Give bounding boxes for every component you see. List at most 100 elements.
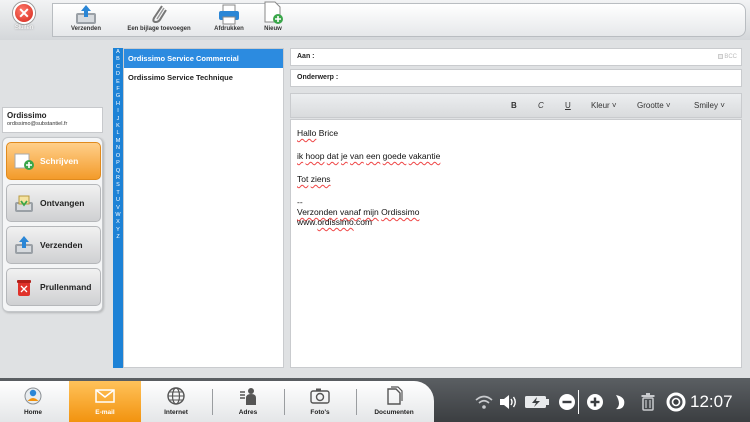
- taskbar-separator: [284, 389, 285, 415]
- body-line: Hallo Brice: [297, 128, 735, 138]
- to-field[interactable]: Aan : BCC: [290, 48, 742, 66]
- taskbar-email[interactable]: E-mail: [69, 381, 141, 422]
- subject-field[interactable]: Onderwerp :: [290, 69, 742, 87]
- alphabet-letter[interactable]: Q: [113, 168, 123, 175]
- alphabet-letter[interactable]: F: [113, 86, 123, 93]
- format-toolbar: B C U Kleur ˅ Grootte ˅ Smiley ˅: [290, 93, 742, 118]
- alphabet-letter[interactable]: R: [113, 175, 123, 182]
- alphabet-letter[interactable]: Y: [113, 227, 123, 234]
- clock: 12:07: [690, 392, 733, 411]
- trash-icon: [13, 276, 35, 298]
- attach-button[interactable]: Een bijlage toevoegen: [118, 2, 200, 32]
- alphabet-index[interactable]: ABCDEFGHIJKLMNOPQRSTUVWXYZ: [113, 48, 123, 368]
- trash-tray-icon[interactable]: [640, 381, 656, 422]
- word: Verzonden: [297, 207, 338, 217]
- close-button[interactable]: ✕ Sluiten: [4, 2, 44, 38]
- help-lifebuoy-icon[interactable]: [666, 381, 686, 422]
- word: vakantie: [408, 151, 441, 161]
- send-button[interactable]: Verzenden: [66, 2, 106, 32]
- alphabet-letter[interactable]: W: [113, 212, 123, 219]
- new-label: Nieuw: [264, 26, 282, 32]
- nav-receive-label: Ontvangen: [40, 198, 85, 208]
- alphabet-letter[interactable]: N: [113, 145, 123, 152]
- alphabet-letter[interactable]: O: [113, 153, 123, 160]
- alphabet-letter[interactable]: K: [113, 123, 123, 130]
- alphabet-letter[interactable]: P: [113, 160, 123, 167]
- alphabet-letter[interactable]: C: [113, 64, 123, 71]
- taskbar-documents[interactable]: Documenten: [362, 381, 426, 422]
- smiley-dropdown[interactable]: Smiley ˅: [694, 94, 725, 117]
- italic-button[interactable]: C: [538, 94, 544, 117]
- alphabet-letter[interactable]: U: [113, 197, 123, 204]
- size-dropdown[interactable]: Grootte ˅: [637, 94, 671, 117]
- wifi-icon[interactable]: [474, 381, 494, 422]
- word: mijn: [363, 207, 379, 217]
- alphabet-letter[interactable]: B: [113, 56, 123, 63]
- nav-trash[interactable]: Prullenmand: [6, 268, 101, 306]
- volume-icon[interactable]: [498, 381, 518, 422]
- alphabet-letter[interactable]: V: [113, 205, 123, 212]
- alphabet-letter[interactable]: I: [113, 108, 123, 115]
- address-icon: [222, 386, 274, 406]
- alphabet-letter[interactable]: G: [113, 93, 123, 100]
- new-document-icon: [258, 1, 288, 25]
- new-button[interactable]: Nieuw: [258, 1, 288, 32]
- signature: -- Verzonden vanaf mijn Ordissimo www.or…: [297, 197, 735, 227]
- alphabet-letter[interactable]: S: [113, 182, 123, 189]
- print-button[interactable]: Afdrukken: [208, 2, 250, 32]
- email-label: E-mail: [95, 409, 115, 416]
- alphabet-letter[interactable]: X: [113, 219, 123, 226]
- send-tray-icon: [66, 2, 106, 25]
- taskbar-apps: Home E-mail Internet Adres Foto's Docume…: [0, 381, 434, 422]
- taskbar-address[interactable]: Adres: [222, 381, 274, 422]
- bcc-toggle[interactable]: BCC: [718, 49, 737, 65]
- word: van: [350, 151, 364, 161]
- alphabet-letter[interactable]: H: [113, 101, 123, 108]
- underline-button[interactable]: U: [565, 94, 571, 117]
- alphabet-letter[interactable]: E: [113, 79, 123, 86]
- alphabet-letter[interactable]: L: [113, 130, 123, 137]
- user-email: ordissimo@substantiel.fr: [7, 121, 68, 127]
- nav-receive[interactable]: Ontvangen: [6, 184, 101, 222]
- alphabet-letter[interactable]: J: [113, 116, 123, 123]
- word: Brice: [316, 128, 339, 138]
- moon-icon[interactable]: [613, 381, 627, 422]
- send-icon: [13, 234, 35, 256]
- signature-dash: --: [297, 197, 303, 207]
- alphabet-letter[interactable]: T: [113, 190, 123, 197]
- minus-circle-icon[interactable]: [558, 381, 576, 422]
- body-line: Tot ziens: [297, 174, 735, 184]
- nav-send[interactable]: Verzenden: [6, 226, 101, 264]
- word: hoop: [305, 151, 325, 161]
- contact-item[interactable]: Ordissimo Service Commercial: [124, 49, 283, 68]
- alphabet-letter[interactable]: M: [113, 138, 123, 145]
- taskbar-home[interactable]: Home: [8, 381, 58, 422]
- battery-icon[interactable]: [524, 381, 550, 422]
- color-dropdown[interactable]: Kleur ˅: [591, 94, 617, 117]
- user-account-box: Ordissimo ordissimo@substantiel.fr: [2, 107, 103, 133]
- nav-write[interactable]: Schrijven: [6, 142, 101, 180]
- message-body-editor[interactable]: Hallo Brice ik hoop dat je van een goede…: [290, 119, 742, 368]
- divider: [578, 381, 579, 422]
- word: goede: [382, 151, 407, 161]
- bold-button[interactable]: B: [511, 94, 517, 117]
- bcc-label: BCC: [724, 54, 737, 60]
- word: vanaf: [340, 207, 361, 217]
- alphabet-letter[interactable]: D: [113, 71, 123, 78]
- printer-icon: [208, 2, 250, 25]
- taskbar-photos[interactable]: Foto's: [294, 381, 346, 422]
- email-icon: [69, 386, 141, 406]
- plus-circle-icon[interactable]: [586, 381, 604, 422]
- word: www.: [297, 217, 318, 227]
- address-label: Adres: [238, 409, 258, 416]
- alphabet-letter[interactable]: Z: [113, 234, 123, 241]
- word: Ordissimo: [381, 207, 420, 217]
- taskbar-separator: [212, 389, 213, 415]
- alphabet-letter[interactable]: A: [113, 49, 123, 56]
- contact-item[interactable]: Ordissimo Service Technique: [124, 68, 283, 87]
- chevron-down-icon: ˅: [718, 101, 725, 110]
- write-icon: [13, 150, 35, 172]
- taskbar-internet[interactable]: Internet: [150, 381, 202, 422]
- taskbar-separator: [356, 389, 357, 415]
- top-toolbar: ✕ Sluiten Verzenden Een bijlage toevoege…: [0, 0, 750, 40]
